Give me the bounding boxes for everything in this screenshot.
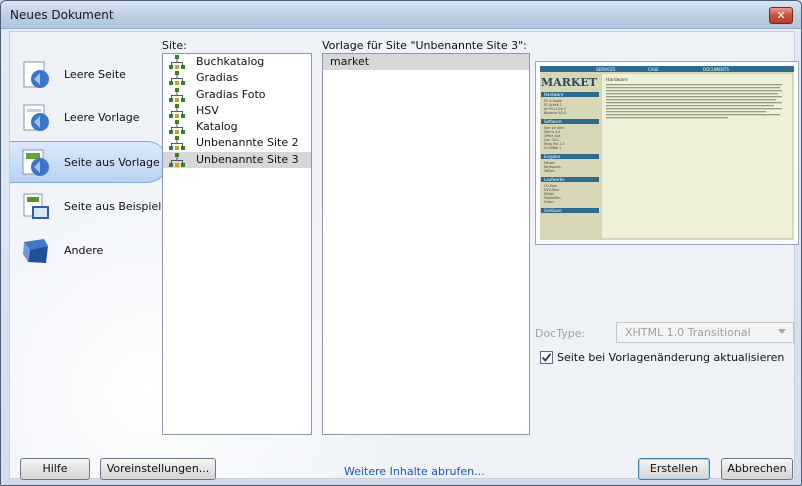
help-button[interactable]: Hilfe — [20, 458, 90, 480]
category-label: Seite aus Beispiel — [64, 200, 162, 213]
site-item[interactable]: Unbenannte Site 2 — [163, 135, 311, 151]
preview-nav-item: SERVICES — [596, 67, 616, 72]
site-icon — [169, 136, 185, 151]
update-on-template-change-label: Seite bei Vorlagenänderung aktualisieren — [557, 351, 785, 364]
category-blank-page[interactable]: Leere Seite — [10, 54, 168, 96]
site-item[interactable]: HSV — [163, 103, 311, 119]
preview-image: SERVICES CASE DOCUMENTS MARKET Hardware … — [536, 62, 798, 244]
other-icon — [23, 239, 48, 263]
preview-sidebar-title: Laufwerke — [544, 177, 565, 182]
site-icon — [169, 71, 185, 86]
category-page-from-sample[interactable]: Seite aus Beispiel — [10, 186, 168, 228]
chevron-down-icon — [778, 329, 786, 334]
update-on-template-change-checkbox[interactable] — [540, 351, 553, 364]
page-from-sample-icon — [23, 193, 49, 219]
site-icon — [169, 120, 185, 135]
site-name: Gradias — [196, 71, 239, 85]
more-content-link[interactable]: Weitere Inhalte abrufen... — [344, 465, 485, 478]
preview-sidebar-item: Cv Mittal 1 — [544, 146, 561, 150]
dialog-title: Neues Dokument — [10, 8, 114, 22]
new-document-dialog: Neues Dokument ✕ Leere Seite Leere Vorla… — [0, 0, 802, 486]
site-name: Buchkatalog — [196, 55, 265, 68]
site-label: Site: — [162, 39, 187, 52]
cancel-button[interactable]: Abbrechen — [721, 458, 793, 480]
site-item[interactable]: Gradias — [163, 70, 311, 86]
template-preview: SERVICES CASE DOCUMENTS MARKET Hardware … — [535, 61, 799, 245]
preview-sidebar-item: Tablets — [543, 169, 555, 173]
preview-sidebar-item: Extern — [544, 200, 554, 204]
preview-sidebar-item: Bärentiz 5/2/3 — [544, 111, 566, 115]
title-bar: Neues Dokument ✕ — [1, 1, 801, 29]
close-button[interactable]: ✕ — [769, 7, 793, 24]
page-from-template-icon — [22, 149, 49, 176]
doctype-label: DocType: — [535, 327, 586, 340]
doctype-select[interactable]: XHTML 1.0 Transitional — [616, 322, 794, 343]
template-label: Vorlage für Site "Unbenannte Site 3": — [322, 39, 527, 52]
site-list[interactable]: Buchkatalog Gradias Gradias Foto HSV Kat… — [162, 53, 312, 435]
site-name: Unbenannte Site 2 — [196, 136, 299, 150]
blank-template-icon — [23, 104, 49, 131]
preview-nav-item: DOCUMENTS — [703, 67, 729, 72]
site-icon — [169, 87, 185, 102]
site-item[interactable]: Gradias Foto — [163, 87, 311, 103]
doctype-value: XHTML 1.0 Transitional — [625, 326, 751, 339]
preview-sidebar-title: Eingabe — [544, 154, 561, 159]
site-item-selected[interactable]: Unbenannte Site 3 — [163, 151, 311, 169]
category-page-from-template[interactable]: Seite aus Vorlage — [10, 141, 168, 183]
template-list[interactable]: market — [322, 53, 530, 435]
close-icon: ✕ — [776, 9, 786, 22]
category-label: Leere Vorlage — [64, 111, 140, 124]
preview-sidebar-title: Gehäuse — [544, 208, 562, 213]
category-label: Andere — [64, 244, 104, 257]
template-item-selected[interactable]: market — [323, 54, 529, 70]
site-name: Unbenannte Site 3 — [196, 152, 299, 166]
blank-page-icon — [23, 61, 49, 88]
site-icon — [169, 55, 185, 69]
site-icon — [169, 103, 185, 118]
preview-sidebar-title: Software — [544, 119, 562, 124]
preview-nav-item: CASE — [648, 67, 659, 72]
preview-sidebar-title: Hardware — [544, 92, 564, 97]
site-item[interactable]: Katalog — [163, 119, 311, 135]
category-label: Seite aus Vorlage — [64, 156, 160, 169]
site-item[interactable]: Buchkatalog — [163, 54, 311, 70]
site-name: HSV — [196, 103, 219, 117]
create-button[interactable]: Erstellen — [638, 458, 710, 480]
site-name: Gradias Foto — [196, 87, 266, 101]
category-label: Leere Seite — [64, 68, 126, 81]
dialog-body: Leere Seite Leere Vorlage Seite aus Vorl… — [9, 31, 799, 480]
site-icon — [169, 152, 185, 167]
preview-brand: MARKET — [541, 76, 598, 89]
checkmark-icon — [541, 353, 552, 362]
preview-heading: Hardware — [606, 77, 628, 83]
category-blank-template[interactable]: Leere Vorlage — [10, 97, 168, 139]
preferences-button[interactable]: Voreinstellungen... — [100, 458, 216, 480]
category-other[interactable]: Andere — [10, 230, 168, 272]
site-name: Katalog — [196, 120, 238, 134]
